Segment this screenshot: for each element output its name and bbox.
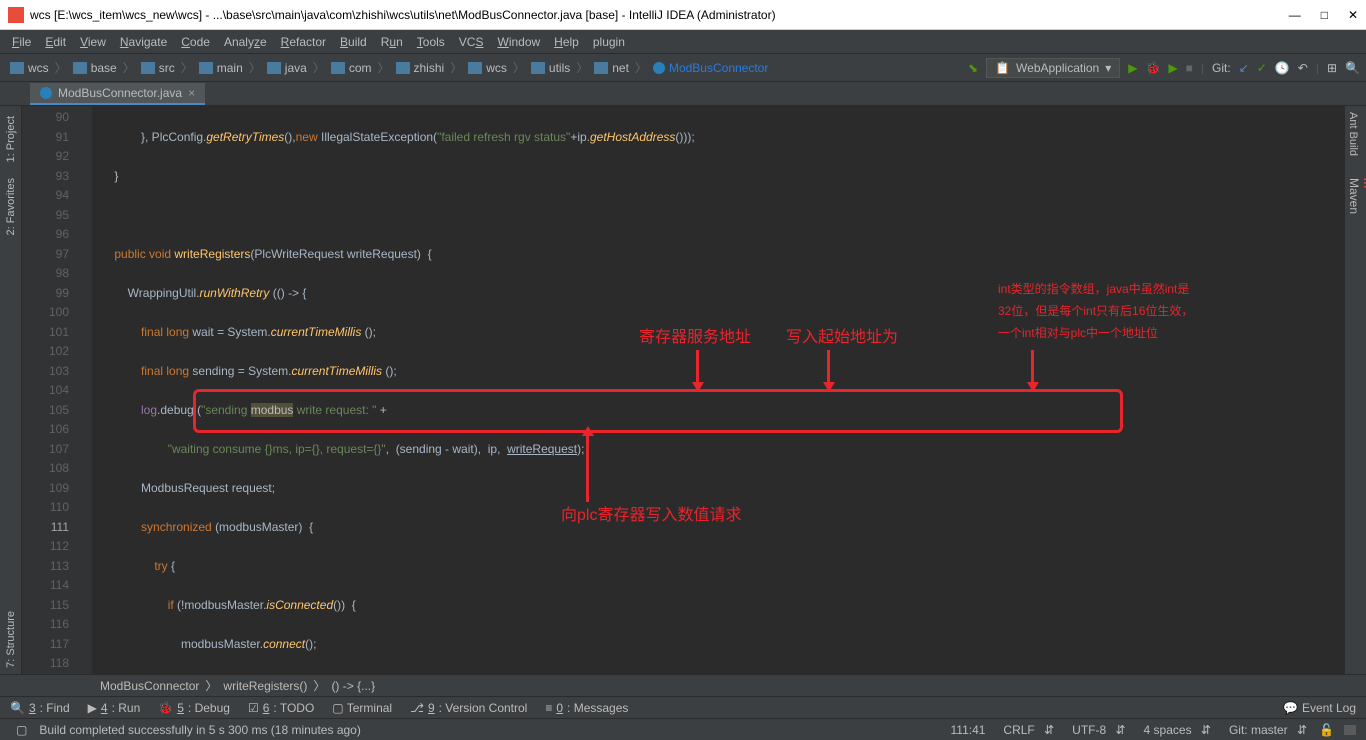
ide-settings-icon[interactable]: ⊞ xyxy=(1327,61,1337,75)
git-history-icon[interactable]: 🕓 xyxy=(1275,61,1290,75)
tool-structure[interactable]: 7: Structure xyxy=(3,605,19,674)
status-bar: ▢ Build completed successfully in 5 s 30… xyxy=(0,718,1366,740)
git-commit-icon[interactable]: ✓ xyxy=(1257,61,1267,75)
menu-refactor[interactable]: Refactor xyxy=(275,33,332,51)
menu-navigate[interactable]: Navigate xyxy=(114,33,173,51)
tool-run[interactable]: ▶ 4: Run xyxy=(88,701,141,715)
status-lock-icon[interactable]: 🔓 xyxy=(1313,723,1340,737)
menu-vcs[interactable]: VCS xyxy=(453,33,490,51)
status-encoding[interactable]: UTF-8 ⇵ xyxy=(1060,723,1131,737)
tool-todo[interactable]: ☑ 6: TODO xyxy=(248,701,314,715)
tab-label: ModBusConnector.java xyxy=(58,86,182,100)
git-revert-icon[interactable]: ↶ xyxy=(1298,61,1308,75)
menu-edit[interactable]: Edit xyxy=(39,33,72,51)
crumb-class[interactable]: ModBusConnector xyxy=(649,61,772,75)
menu-build[interactable]: Build xyxy=(334,33,373,51)
code-editor[interactable]: }, PlcConfig.getRetryTimes(),new Illegal… xyxy=(93,106,1344,674)
editor-tabs: ModBusConnector.java × xyxy=(0,82,1366,106)
menu-window[interactable]: Window xyxy=(491,33,546,51)
menu-run[interactable]: Run xyxy=(375,33,409,51)
right-tool-strip: Ant Build mMaven xyxy=(1344,106,1366,674)
class-icon xyxy=(40,87,52,99)
tool-eventlog[interactable]: 💬 Event Log xyxy=(1283,701,1356,715)
tool-ant[interactable]: Ant Build xyxy=(1345,106,1361,162)
app-icon xyxy=(8,7,24,23)
close-button[interactable]: ✕ xyxy=(1348,8,1358,22)
status-indicator[interactable] xyxy=(1344,725,1356,735)
navigation-bar: wcs〉 base〉 src〉 main〉 java〉 com〉 zhishi〉… xyxy=(0,54,1366,82)
status-git[interactable]: Git: master ⇵ xyxy=(1217,723,1313,737)
crumb-wcs[interactable]: wcs xyxy=(6,61,53,75)
tool-project[interactable]: 1: Project xyxy=(3,110,19,168)
menu-plugin[interactable]: plugin xyxy=(587,33,631,51)
tool-debug[interactable]: 🐞 5: Debug xyxy=(158,701,230,715)
crumb-com[interactable]: com xyxy=(327,61,376,75)
tool-vcs[interactable]: ⎇ 9: Version Control xyxy=(410,701,527,715)
tool-favorites[interactable]: 2: Favorites xyxy=(3,172,19,241)
maximize-button[interactable]: □ xyxy=(1321,8,1328,22)
menu-help[interactable]: Help xyxy=(548,33,585,51)
crumb-src[interactable]: src xyxy=(137,61,179,75)
run-button[interactable]: ▶ xyxy=(1128,61,1137,75)
status-message: Build completed successfully in 5 s 300 … xyxy=(33,723,367,737)
debug-button[interactable]: 🐞 xyxy=(1145,61,1160,75)
menu-view[interactable]: View xyxy=(74,33,112,51)
crumb-utils[interactable]: utils xyxy=(527,61,574,75)
stop-button[interactable]: ■ xyxy=(1186,61,1193,75)
crumb-base[interactable]: base xyxy=(69,61,121,75)
status-eol[interactable]: CRLF ⇵ xyxy=(991,723,1060,737)
crumb-net[interactable]: net xyxy=(590,61,633,75)
tool-find[interactable]: 🔍 3: Find xyxy=(10,701,70,715)
window-title: wcs [E:\wcs_item\wcs_new\wcs] - ...\base… xyxy=(30,8,1289,22)
tool-messages[interactable]: ≡ 0: Messages xyxy=(545,701,628,715)
bottom-tool-strip: 🔍 3: Find ▶ 4: Run 🐞 5: Debug ☑ 6: TODO … xyxy=(0,696,1366,718)
menu-file[interactable]: File xyxy=(6,33,37,51)
search-everywhere-icon[interactable]: 🔍 xyxy=(1345,61,1360,75)
git-update-icon[interactable]: ↙ xyxy=(1239,61,1249,75)
left-tool-strip: 1: Project 2: Favorites 7: Structure xyxy=(0,106,22,674)
line-gutter[interactable]: 9091929394959697989910010110210310410510… xyxy=(22,106,77,674)
menu-bar: File Edit View Navigate Code Analyze Ref… xyxy=(0,30,1366,54)
crumb-main[interactable]: main xyxy=(195,61,247,75)
tab-close-icon[interactable]: × xyxy=(188,86,195,100)
menu-code[interactable]: Code xyxy=(175,33,216,51)
crumb-java[interactable]: java xyxy=(263,61,311,75)
status-indent[interactable]: 4 spaces ⇵ xyxy=(1132,723,1217,737)
tool-windows-icon[interactable]: ▢ xyxy=(10,723,33,737)
gutter-icons xyxy=(77,106,93,674)
status-position[interactable]: 111:41 xyxy=(945,723,992,737)
tab-modbusconnector[interactable]: ModBusConnector.java × xyxy=(30,83,205,105)
build-icon[interactable]: ⬊ xyxy=(968,61,978,75)
crumb-zhishi[interactable]: zhishi xyxy=(392,61,449,75)
breadcrumb-bar[interactable]: ModBusConnector〉 writeRegisters()〉 () ->… xyxy=(0,674,1366,696)
tool-maven[interactable]: mMaven xyxy=(1345,172,1366,220)
git-label: Git: xyxy=(1212,61,1231,75)
run-config-selector[interactable]: 📋WebApplication▾ xyxy=(986,58,1120,78)
menu-tools[interactable]: Tools xyxy=(411,33,451,51)
menu-analyze[interactable]: Analyze xyxy=(218,33,273,51)
title-bar: wcs [E:\wcs_item\wcs_new\wcs] - ...\base… xyxy=(0,0,1366,30)
crumb-wcs2[interactable]: wcs xyxy=(464,61,511,75)
minimize-button[interactable]: — xyxy=(1289,8,1301,22)
tool-terminal[interactable]: ▢ Terminal xyxy=(332,701,392,715)
run-coverage-button[interactable]: ▶ xyxy=(1168,61,1177,75)
